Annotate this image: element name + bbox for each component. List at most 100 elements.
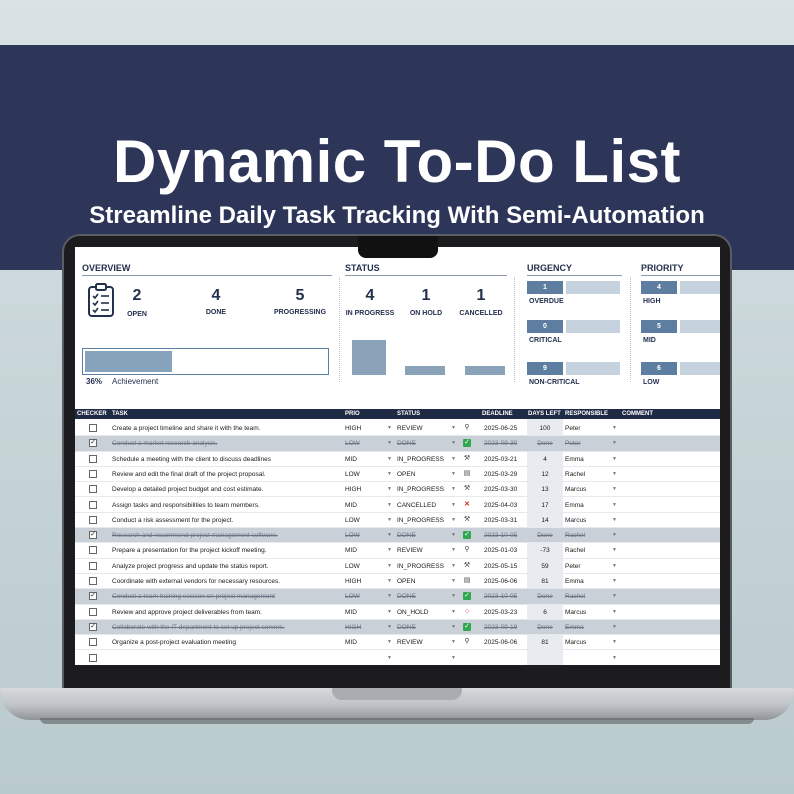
- deadline-value[interactable]: 2025-06-06: [484, 578, 517, 585]
- table-row[interactable]: Analyze project progress and update the …: [75, 559, 720, 574]
- row-checkbox[interactable]: ✓: [89, 439, 97, 448]
- table-row[interactable]: Schedule a meeting with the client to di…: [75, 452, 720, 467]
- responsible-dropdown-icon[interactable]: ▼: [612, 471, 617, 477]
- col-days-left[interactable]: DAYS LEFT: [528, 411, 561, 417]
- prio-value[interactable]: HIGH: [345, 624, 361, 631]
- status-value[interactable]: ON_HOLD: [397, 609, 428, 616]
- table-row[interactable]: Create a project timeline and share it w…: [75, 421, 720, 437]
- col-responsible[interactable]: RESPONSIBLE: [565, 411, 608, 417]
- deadline-value[interactable]: 2025-03-31: [484, 517, 517, 524]
- responsible-dropdown-icon[interactable]: ▼: [612, 593, 617, 599]
- responsible-dropdown-icon[interactable]: ▼: [612, 655, 617, 661]
- table-row[interactable]: Review and edit the final draft of the p…: [75, 467, 720, 483]
- prio-value[interactable]: MID: [345, 609, 357, 616]
- row-checkbox[interactable]: [89, 638, 97, 647]
- table-row[interactable]: Prepare a presentation for the project k…: [75, 543, 720, 559]
- status-dropdown-icon[interactable]: ▼: [451, 532, 456, 538]
- row-checkbox[interactable]: ✓: [89, 531, 97, 540]
- prio-dropdown-icon[interactable]: ▼: [387, 471, 392, 477]
- responsible-value[interactable]: Rachel: [565, 471, 585, 478]
- table-row[interactable]: ✓ Collaborate with the IT department to s…: [75, 619, 720, 636]
- col-status[interactable]: STATUS: [397, 411, 420, 417]
- prio-value[interactable]: HIGH: [345, 425, 361, 432]
- row-checkbox[interactable]: [89, 424, 97, 432]
- table-row[interactable]: ▼ ▼ ▼: [75, 651, 720, 665]
- table-row[interactable]: ✓ Conduct a market research analysis. LOW ▼…: [75, 436, 720, 452]
- responsible-value[interactable]: Marcus: [565, 609, 586, 616]
- task-text[interactable]: Create a project timeline and share it w…: [112, 425, 261, 432]
- col-prio[interactable]: PRIO: [345, 411, 360, 417]
- prio-value[interactable]: MID: [345, 456, 357, 463]
- status-dropdown-icon[interactable]: ▼: [451, 456, 456, 462]
- col-task[interactable]: TASK: [112, 411, 128, 417]
- task-text[interactable]: Research and recommend project managemen…: [112, 532, 278, 539]
- deadline-value[interactable]: 2023-10-05: [484, 593, 517, 600]
- prio-value[interactable]: LOW: [345, 532, 360, 539]
- row-checkbox[interactable]: [89, 469, 97, 478]
- task-text[interactable]: Assign tasks and responsibilities to tea…: [112, 502, 260, 509]
- deadline-value[interactable]: 2025-06-25: [484, 425, 517, 432]
- status-dropdown-icon[interactable]: ▼: [451, 502, 456, 508]
- status-value[interactable]: DONE: [397, 440, 416, 447]
- responsible-value[interactable]: Marcus: [565, 517, 586, 524]
- status-dropdown-icon[interactable]: ▼: [451, 471, 456, 477]
- row-checkbox[interactable]: [89, 561, 97, 570]
- responsible-dropdown-icon[interactable]: ▼: [612, 517, 617, 523]
- status-value[interactable]: OPEN: [397, 471, 415, 478]
- prio-value[interactable]: MID: [345, 502, 357, 509]
- prio-dropdown-icon[interactable]: ▼: [387, 502, 392, 508]
- deadline-value[interactable]: 2025-03-30: [484, 486, 517, 493]
- task-text[interactable]: Coordinate with external vendors for nec…: [112, 578, 280, 585]
- responsible-value[interactable]: Marcus: [565, 639, 586, 646]
- prio-value[interactable]: LOW: [345, 440, 360, 447]
- deadline-value[interactable]: 2025-06-06: [484, 639, 517, 646]
- prio-dropdown-icon[interactable]: ▼: [387, 609, 392, 615]
- status-dropdown-icon[interactable]: ▼: [451, 563, 456, 569]
- task-text[interactable]: Conduct a market research analysis.: [112, 440, 218, 447]
- status-value[interactable]: IN_PROGRESS: [397, 563, 444, 570]
- responsible-dropdown-icon[interactable]: ▼: [612, 456, 617, 462]
- deadline-value[interactable]: 2025-03-23: [484, 609, 517, 616]
- row-checkbox[interactable]: [89, 607, 97, 616]
- status-value[interactable]: OPEN: [397, 578, 415, 585]
- status-dropdown-icon[interactable]: ▼: [451, 517, 456, 523]
- prio-value[interactable]: LOW: [345, 563, 360, 570]
- prio-value[interactable]: HIGH: [345, 486, 361, 493]
- col-comment[interactable]: COMMENT: [622, 411, 653, 417]
- status-value[interactable]: IN_PROGRESS: [397, 456, 444, 463]
- responsible-value[interactable]: Peter: [565, 440, 581, 447]
- prio-dropdown-icon[interactable]: ▼: [387, 517, 392, 523]
- prio-dropdown-icon[interactable]: ▼: [387, 547, 392, 553]
- row-checkbox[interactable]: [89, 485, 97, 494]
- responsible-dropdown-icon[interactable]: ▼: [612, 486, 617, 492]
- status-value[interactable]: DONE: [397, 532, 416, 539]
- deadline-value[interactable]: 2023-10-05: [484, 532, 517, 539]
- col-deadline[interactable]: DEADLINE: [482, 411, 513, 417]
- table-row[interactable]: Coordinate with external vendors for nec…: [75, 574, 720, 590]
- prio-value[interactable]: LOW: [345, 593, 360, 600]
- status-value[interactable]: DONE: [397, 624, 416, 631]
- row-checkbox[interactable]: [89, 500, 97, 509]
- prio-dropdown-icon[interactable]: ▼: [387, 655, 392, 661]
- task-text[interactable]: Review and edit the final draft of the p…: [112, 471, 266, 478]
- status-dropdown-icon[interactable]: ▼: [451, 547, 456, 553]
- prio-value[interactable]: HIGH: [345, 578, 361, 585]
- table-row[interactable]: Organize a post-project evaluation meeti…: [75, 635, 720, 651]
- responsible-value[interactable]: Emma: [565, 502, 584, 509]
- deadline-value[interactable]: 2023-09-30: [484, 440, 517, 447]
- status-dropdown-icon[interactable]: ▼: [451, 425, 456, 431]
- col-checker[interactable]: CHECKER: [77, 411, 107, 417]
- row-checkbox[interactable]: [89, 546, 97, 555]
- responsible-value[interactable]: Rachel: [565, 547, 585, 554]
- table-row[interactable]: Develop a detailed project budget and co…: [75, 482, 720, 498]
- status-dropdown-icon[interactable]: ▼: [451, 440, 456, 446]
- deadline-value[interactable]: 2023-09-19: [484, 624, 517, 631]
- responsible-dropdown-icon[interactable]: ▼: [612, 609, 617, 615]
- task-text[interactable]: Schedule a meeting with the client to di…: [112, 456, 271, 463]
- prio-dropdown-icon[interactable]: ▼: [387, 486, 392, 492]
- responsible-dropdown-icon[interactable]: ▼: [612, 624, 617, 630]
- task-text[interactable]: Collaborate with the IT department to se…: [112, 624, 285, 631]
- responsible-dropdown-icon[interactable]: ▼: [612, 440, 617, 446]
- status-dropdown-icon[interactable]: ▼: [451, 624, 456, 630]
- table-row[interactable]: Review and approve project deliverables …: [75, 605, 720, 620]
